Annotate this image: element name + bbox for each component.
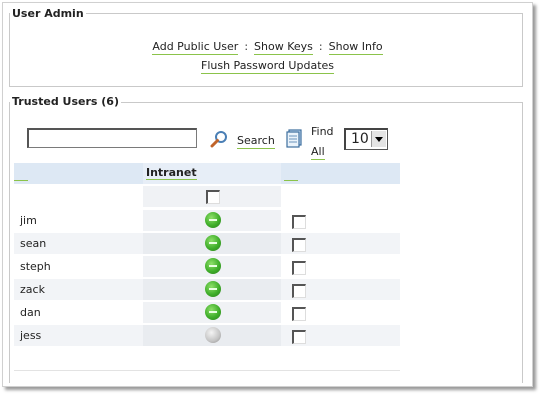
intranet-cell xyxy=(143,210,281,231)
row-checkbox[interactable] xyxy=(292,330,306,344)
row-checkbox[interactable] xyxy=(292,215,306,229)
link-separator: : xyxy=(318,40,323,53)
intranet-cell xyxy=(143,325,281,346)
page-size-select[interactable]: 10 xyxy=(344,128,388,150)
key-icon[interactable] xyxy=(205,212,221,228)
name-column-header[interactable] xyxy=(14,180,28,181)
row-checkbox[interactable] xyxy=(292,307,306,321)
intranet-cell xyxy=(143,233,281,254)
intranet-cell xyxy=(143,279,281,300)
table-row[interactable]: dan xyxy=(14,302,400,323)
intranet-filter-checkbox[interactable] xyxy=(206,190,220,204)
search-icon[interactable] xyxy=(210,129,230,149)
show-info-link[interactable]: Show Info xyxy=(328,40,383,55)
table-bottom-rule xyxy=(14,370,400,371)
intranet-column-header[interactable]: Intranet xyxy=(143,163,281,184)
key-icon[interactable] xyxy=(205,258,221,274)
key-icon[interactable] xyxy=(205,304,221,320)
table-row[interactable]: sean xyxy=(14,233,400,254)
select-column-header[interactable] xyxy=(284,180,298,181)
filter-row xyxy=(14,186,400,207)
address-book-icon[interactable] xyxy=(286,128,304,148)
user-name[interactable]: dan xyxy=(20,306,41,319)
user-admin-links: Add Public User: Show Keys: Show Info xyxy=(3,40,532,55)
search-input[interactable] xyxy=(27,128,197,148)
link-separator: : xyxy=(244,40,249,53)
key-icon[interactable] xyxy=(205,235,221,251)
flush-links: Flush Password Updates xyxy=(3,59,532,74)
show-keys-link[interactable]: Show Keys xyxy=(254,40,313,55)
intranet-cell xyxy=(143,256,281,277)
chevron-down-icon[interactable] xyxy=(371,131,386,147)
row-checkbox[interactable] xyxy=(292,238,306,252)
key-icon[interactable] xyxy=(205,281,221,297)
trusted-users-legend: Trusted Users (6) xyxy=(10,95,121,108)
intranet-filter-cell xyxy=(143,186,281,207)
intranet-cell xyxy=(143,302,281,323)
user-admin-legend: User Admin xyxy=(10,7,86,20)
user-name[interactable]: zack xyxy=(20,283,45,296)
table-row[interactable]: steph xyxy=(14,256,400,277)
search-link[interactable]: Search xyxy=(237,134,275,149)
table-row[interactable]: jim xyxy=(14,210,400,231)
row-checkbox[interactable] xyxy=(292,261,306,275)
row-checkbox[interactable] xyxy=(292,284,306,298)
find-all-link-line2[interactable]: All xyxy=(311,145,325,160)
page-size-value: 10 xyxy=(351,131,369,147)
intranet-column-label: Intranet xyxy=(146,166,197,180)
table-row[interactable]: zack xyxy=(14,279,400,300)
find-all-link-line1[interactable]: Find xyxy=(311,125,334,139)
key-inactive-icon[interactable] xyxy=(205,327,221,343)
table-row[interactable]: jess xyxy=(14,325,400,346)
user-name[interactable]: jess xyxy=(20,329,41,342)
user-name[interactable]: sean xyxy=(20,237,46,250)
user-name[interactable]: steph xyxy=(20,260,51,273)
user-name[interactable]: jim xyxy=(20,214,37,227)
add-public-user-link[interactable]: Add Public User xyxy=(152,40,239,55)
flush-password-updates-link[interactable]: Flush Password Updates xyxy=(201,59,334,74)
